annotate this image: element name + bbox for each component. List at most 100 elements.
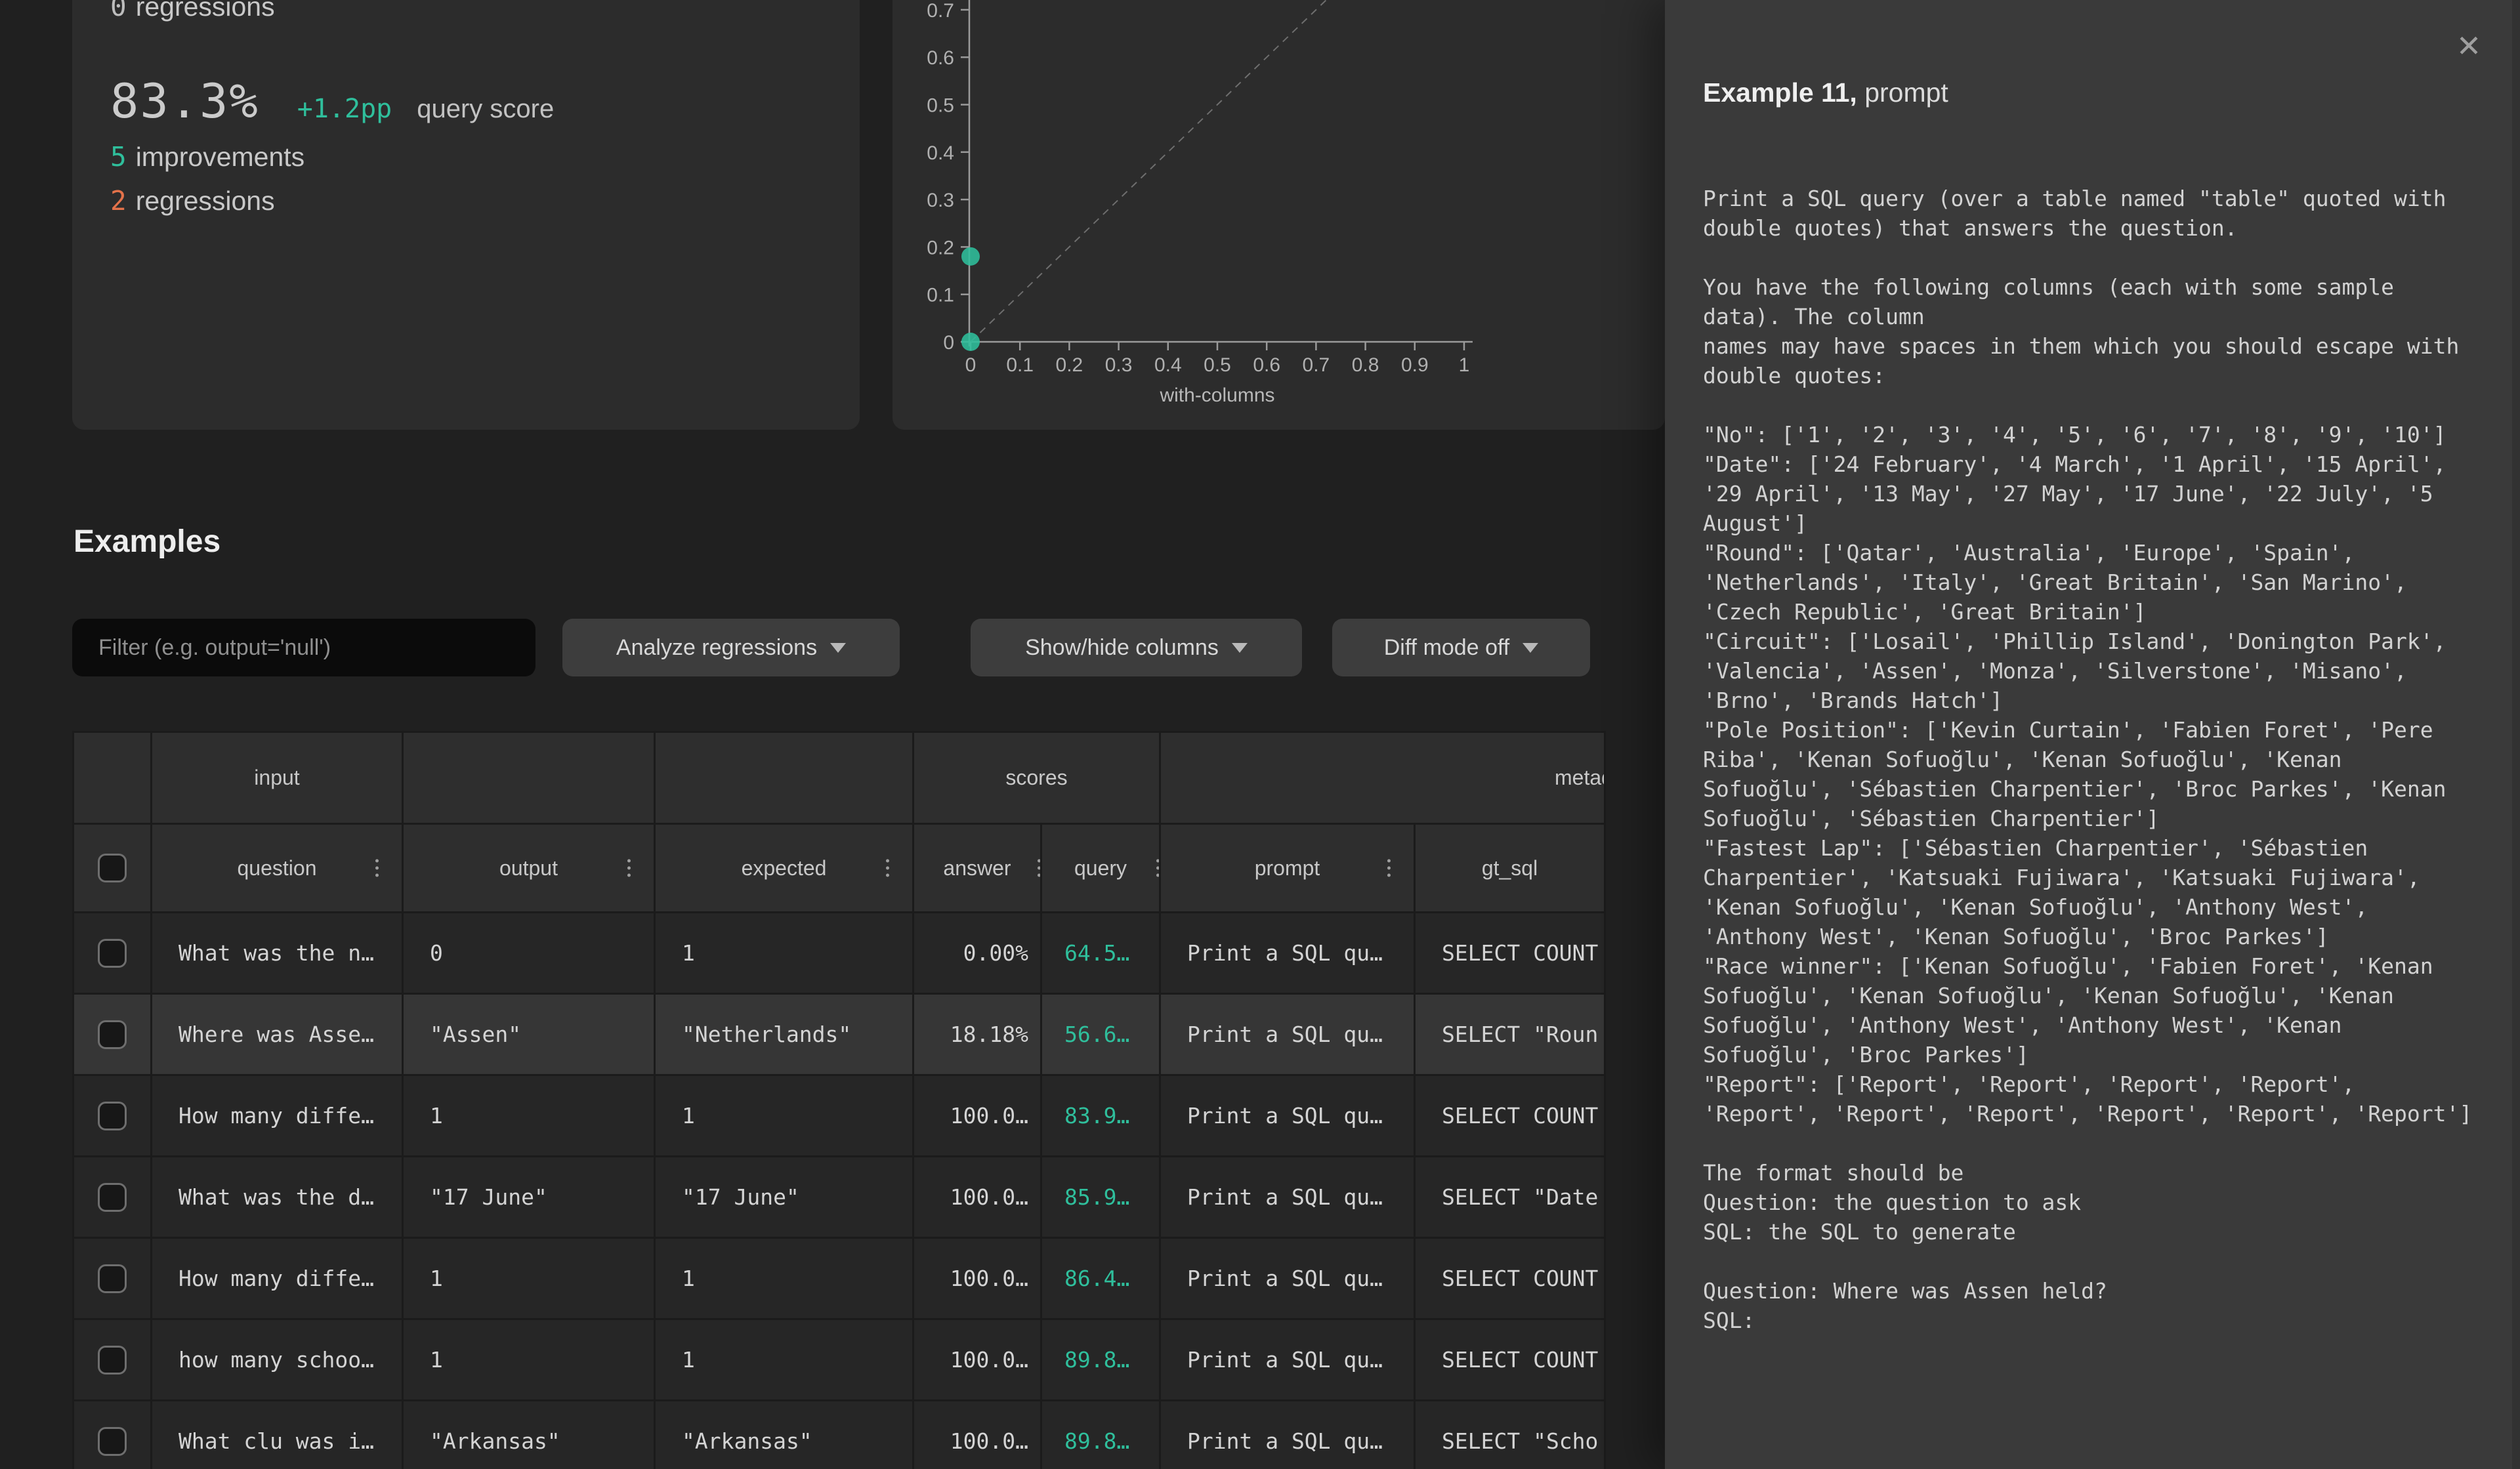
group-header-metadata: metadata	[1160, 732, 1605, 824]
chevron-down-icon	[1522, 643, 1538, 653]
svg-text:0.3: 0.3	[1105, 354, 1133, 376]
cell-answer-score: 100.0…	[914, 1238, 1041, 1319]
cell-expected: 1	[655, 1075, 914, 1157]
svg-text:0.5: 0.5	[1204, 354, 1231, 376]
chevron-down-icon	[1232, 643, 1248, 653]
column-header-question[interactable]: question	[152, 824, 403, 913]
cell-question: Where was Asse…	[152, 994, 403, 1075]
cell-output: 1	[403, 1319, 655, 1401]
table-column-header-row: question output expected answer query pr…	[74, 824, 1605, 913]
svg-text:0.2: 0.2	[927, 237, 954, 259]
table-row[interactable]: How many diffe…11100.0…83.9…Print a SQL …	[74, 1075, 1605, 1157]
select-all-checkbox[interactable]	[98, 854, 127, 882]
cell-gt-sql: SELECT COUNT	[1415, 1238, 1605, 1319]
cell-expected: "Netherlands"	[655, 994, 914, 1075]
svg-text:0.7: 0.7	[927, 0, 954, 22]
table-row[interactable]: how many schoo…11100.0…89.8…Print a SQL …	[74, 1319, 1605, 1401]
group-header-empty	[655, 732, 914, 824]
cell-prompt: Print a SQL qu…	[1160, 1238, 1415, 1319]
panel-title: Example 11, prompt	[1703, 77, 1948, 108]
table-group-header-row: input scores metadata	[74, 732, 1605, 824]
row-checkbox-cell	[74, 1157, 152, 1238]
diff-mode-label: Diff mode off	[1384, 635, 1510, 661]
row-checkbox[interactable]	[98, 1427, 127, 1456]
show-hide-columns-label: Show/hide columns	[1025, 635, 1219, 661]
filter-input[interactable]	[72, 619, 536, 676]
query-score-stat: 83.3% +1.2pp query score	[110, 73, 554, 129]
cell-gt-sql: SELECT "Date	[1415, 1157, 1605, 1238]
column-header-label: query	[1074, 856, 1127, 880]
column-menu-icon[interactable]	[627, 856, 631, 881]
table-row[interactable]: Where was Asse…"Assen""Netherlands"18.18…	[74, 994, 1605, 1075]
cell-query-score: 64.5…	[1041, 913, 1160, 994]
column-menu-icon[interactable]	[375, 856, 379, 881]
column-header-answer[interactable]: answer	[914, 824, 1041, 913]
cell-output: "Arkansas"	[403, 1401, 655, 1469]
column-header-label: prompt	[1255, 856, 1320, 880]
cell-query-score: 89.8…	[1041, 1401, 1160, 1469]
svg-text:0.6: 0.6	[1253, 354, 1280, 376]
top-regressions-count: 0	[110, 0, 127, 22]
svg-text:0.6: 0.6	[927, 47, 954, 69]
svg-text:with-columns: with-columns	[1159, 384, 1274, 406]
cell-gt-sql: SELECT "Roun	[1415, 994, 1605, 1075]
column-header-prompt[interactable]: prompt	[1160, 824, 1415, 913]
cell-query-score: 83.9…	[1041, 1075, 1160, 1157]
cell-gt-sql: SELECT "Scho	[1415, 1401, 1605, 1469]
cell-expected: "Arkansas"	[655, 1401, 914, 1469]
row-checkbox[interactable]	[98, 1346, 127, 1375]
show-hide-columns-button[interactable]: Show/hide columns	[971, 619, 1302, 676]
row-checkbox[interactable]	[98, 1102, 127, 1130]
column-header-gt_sql[interactable]: gt_sql	[1415, 824, 1605, 913]
cell-expected: "17 June"	[655, 1157, 914, 1238]
cell-output: 0	[403, 913, 655, 994]
close-icon[interactable]: ✕	[2452, 29, 2486, 63]
table-row[interactable]: What was the d…"17 June""17 June"100.0…8…	[74, 1157, 1605, 1238]
summary-card: 0 regressions 83.3% +1.2pp query score 5…	[72, 0, 860, 430]
svg-text:1: 1	[1459, 354, 1470, 376]
table-row[interactable]: What was the n…010.00%64.5…Print a SQL q…	[74, 913, 1605, 994]
svg-text:0: 0	[943, 332, 954, 354]
query-score-value: 83.3%	[110, 73, 259, 129]
column-header-expected[interactable]: expected	[655, 824, 914, 913]
row-checkbox-cell	[74, 1238, 152, 1319]
cell-answer-score: 100.0…	[914, 1401, 1041, 1469]
cell-query-score: 86.4…	[1041, 1238, 1160, 1319]
svg-text:0.2: 0.2	[1056, 354, 1083, 376]
svg-text:0.7: 0.7	[1303, 354, 1330, 376]
svg-text:0.9: 0.9	[1401, 354, 1429, 376]
analyze-regressions-button[interactable]: Analyze regressions	[562, 619, 900, 676]
group-header-input: input	[152, 732, 403, 824]
regressions-count: 2	[110, 185, 127, 217]
row-checkbox-cell	[74, 994, 152, 1075]
column-header-label: output	[499, 856, 558, 880]
table-row[interactable]: How many diffe…11100.0…86.4…Print a SQL …	[74, 1238, 1605, 1319]
column-header-output[interactable]: output	[403, 824, 655, 913]
cell-answer-score: 100.0…	[914, 1157, 1041, 1238]
diff-mode-button[interactable]: Diff mode off	[1332, 619, 1590, 676]
query-score-label: query score	[417, 94, 554, 124]
cell-answer-score: 100.0…	[914, 1319, 1041, 1401]
svg-text:0.1: 0.1	[927, 285, 954, 306]
row-checkbox[interactable]	[98, 939, 127, 968]
svg-text:0.4: 0.4	[1154, 354, 1182, 376]
table-row[interactable]: What clu was i…"Arkansas""Arkansas"100.0…	[74, 1401, 1605, 1469]
cell-prompt: Print a SQL qu…	[1160, 1401, 1415, 1469]
row-checkbox-cell	[74, 1075, 152, 1157]
chevron-down-icon	[830, 643, 846, 653]
panel-scrollbar-track[interactable]	[2512, 0, 2520, 1469]
row-checkbox[interactable]	[98, 1264, 127, 1293]
column-header-query[interactable]: query	[1041, 824, 1160, 913]
row-checkbox[interactable]	[98, 1183, 127, 1212]
improvements-stat: 5 improvements	[110, 141, 304, 173]
regressions-label: regressions	[136, 186, 275, 217]
row-checkbox[interactable]	[98, 1020, 127, 1049]
column-menu-icon[interactable]	[886, 856, 890, 881]
panel-title-field: prompt	[1864, 77, 1948, 108]
group-header-scores: scores	[914, 732, 1160, 824]
column-header-label: gt_sql	[1482, 856, 1538, 880]
svg-text:0: 0	[965, 354, 976, 376]
cell-question: How many diffe…	[152, 1238, 403, 1319]
cell-expected: 1	[655, 913, 914, 994]
column-menu-icon[interactable]	[1387, 856, 1391, 881]
